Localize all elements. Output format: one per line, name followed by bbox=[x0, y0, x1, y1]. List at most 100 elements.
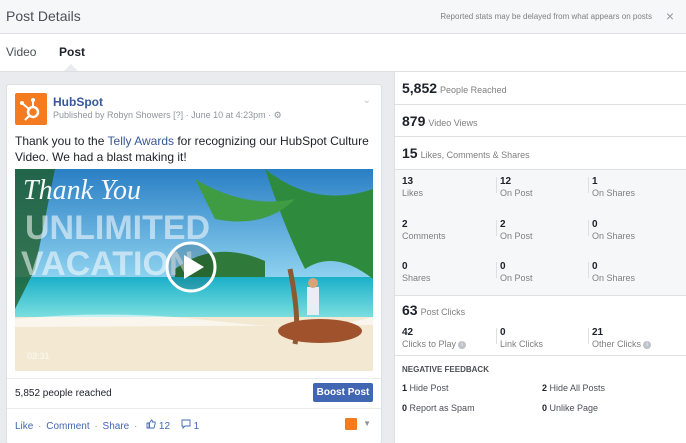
people-reached-label: People Reached bbox=[440, 85, 507, 95]
post-byline: Published by Robyn Showers [?] · June 10… bbox=[53, 110, 282, 120]
comments-on-post-label: On Post bbox=[500, 231, 533, 241]
video-views-stat: 879 Video Views bbox=[395, 105, 686, 137]
info-icon[interactable]: i bbox=[643, 340, 652, 349]
boost-post-button[interactable]: Boost Post bbox=[313, 383, 373, 402]
video-duration: 03:31 bbox=[27, 351, 50, 361]
clicks-to-play-value: 42 bbox=[402, 327, 414, 338]
report-spam-stat: 0 Report as Spam bbox=[402, 403, 475, 413]
post-clicks-stat: 63 Post Clicks bbox=[395, 297, 686, 323]
clicks-to-play-label: Clicks to Play bbox=[402, 339, 457, 349]
link-clicks-cell: 0 Link Clicks bbox=[500, 321, 592, 361]
shares-on-shares-label: On Shares bbox=[592, 273, 636, 283]
tab-post[interactable]: Post bbox=[59, 45, 85, 59]
negative-feedback-title: NEGATIVE FEEDBACK bbox=[402, 365, 489, 374]
comment-count[interactable]: 1 bbox=[181, 419, 201, 432]
other-clicks-value: 21 bbox=[592, 327, 604, 338]
share-link[interactable]: Share bbox=[103, 421, 130, 432]
comments-on-shares-label: On Shares bbox=[592, 231, 636, 241]
hide-all-posts-stat: 2 Hide All Posts bbox=[542, 383, 605, 393]
column-divider bbox=[588, 220, 589, 236]
stats-delay-note: Reported stats may be delayed from what … bbox=[440, 12, 652, 21]
shares-on-post-cell: 0 On Post bbox=[500, 255, 592, 295]
people-reached-text: 5,852 people reached bbox=[15, 388, 112, 399]
chevron-down-icon[interactable]: ⌄ bbox=[363, 95, 371, 106]
comment-link[interactable]: Comment bbox=[46, 421, 89, 432]
separator-dot: · bbox=[134, 421, 138, 432]
comments-on-shares-value: 0 bbox=[592, 219, 598, 230]
post-clicks-value: 63 bbox=[402, 302, 418, 318]
like-count[interactable]: 12 bbox=[146, 419, 175, 432]
unlike-page-stat: 0 Unlike Page bbox=[542, 403, 598, 413]
likes-on-post-value: 12 bbox=[500, 176, 512, 187]
post-clicks-label: Post Clicks bbox=[420, 307, 466, 317]
like-count-value: 12 bbox=[158, 421, 171, 432]
post-actions: Like · Comment · Share · 12 1 ▼ bbox=[7, 408, 381, 443]
post-preview-pane: HubSpot Published by Robyn Showers [?] ·… bbox=[0, 72, 394, 443]
dialog-title: Post Details bbox=[6, 8, 81, 24]
column-divider bbox=[496, 177, 497, 193]
video-views-value: 879 bbox=[402, 113, 426, 129]
engagement-stat: 15 Likes, Comments & Shares bbox=[395, 137, 686, 170]
link-clicks-label: Link Clicks bbox=[500, 339, 544, 349]
link-clicks-value: 0 bbox=[500, 327, 506, 338]
engagement-value: 15 bbox=[402, 145, 418, 161]
hubspot-logo-icon bbox=[20, 98, 40, 121]
unlike-page-label: Unlike Page bbox=[549, 403, 599, 413]
hide-all-posts-value: 2 bbox=[542, 383, 548, 393]
likes-on-shares-value: 1 bbox=[592, 176, 598, 187]
caret-down-icon[interactable]: ▼ bbox=[363, 419, 371, 428]
active-tab-indicator bbox=[64, 64, 78, 71]
reach-bar: 5,852 people reached Boost Post bbox=[7, 378, 381, 408]
hide-post-value: 1 bbox=[402, 383, 408, 393]
comments-cell: 2 Comments bbox=[402, 213, 494, 253]
stats-pane: 5,852 People Reached 879 Video Views 15 Lik… bbox=[394, 72, 686, 443]
likes-on-shares-cell: 1 On Shares bbox=[592, 170, 684, 210]
tab-bar: Video Post bbox=[0, 34, 686, 72]
report-spam-label: Report as Spam bbox=[409, 403, 475, 413]
separator-dot: · bbox=[38, 421, 42, 432]
post-message: Thank you to the Telly Awards for recogn… bbox=[15, 133, 375, 165]
like-link[interactable]: Like bbox=[15, 421, 33, 432]
shares-on-shares-value: 0 bbox=[592, 261, 598, 272]
shares-on-shares-cell: 0 On Shares bbox=[592, 255, 684, 295]
comment-bubble-icon bbox=[181, 419, 191, 430]
engagement-breakdown: 13 Likes 12 On Post 1 On Shares 2 Comments 2… bbox=[395, 170, 686, 296]
comments-on-shares-cell: 0 On Shares bbox=[592, 213, 684, 253]
shares-on-post-label: On Post bbox=[500, 273, 533, 283]
shares-value: 0 bbox=[402, 261, 408, 272]
video-views-label: Video Views bbox=[428, 118, 478, 128]
page-avatar[interactable] bbox=[15, 93, 47, 125]
comments-on-post-value: 2 bbox=[500, 219, 506, 230]
hide-all-posts-label: Hide All Posts bbox=[549, 383, 606, 393]
tab-video[interactable]: Video bbox=[6, 45, 36, 59]
likes-cell: 13 Likes bbox=[402, 170, 494, 210]
likes-label: Likes bbox=[402, 188, 424, 198]
column-divider bbox=[496, 220, 497, 236]
engagement-label: Likes, Comments & Shares bbox=[420, 150, 530, 160]
likes-value: 13 bbox=[402, 176, 414, 187]
likes-on-shares-label: On Shares bbox=[592, 188, 636, 198]
other-clicks-label: Other Clicks bbox=[592, 339, 642, 349]
page-name-link[interactable]: HubSpot bbox=[53, 95, 103, 109]
info-icon[interactable]: i bbox=[458, 340, 467, 349]
comments-on-post-cell: 2 On Post bbox=[500, 213, 592, 253]
video-thumbnail: Thank You UNLIMITED VACATION bbox=[15, 169, 373, 371]
svg-text:UNLIMITED: UNLIMITED bbox=[25, 209, 210, 247]
comments-label: Comments bbox=[402, 231, 446, 241]
shares-on-post-value: 0 bbox=[500, 261, 506, 272]
shares-label: Shares bbox=[402, 273, 431, 283]
comment-count-value: 1 bbox=[193, 421, 200, 432]
people-reached-stat: 5,852 People Reached bbox=[395, 72, 686, 105]
unlike-page-value: 0 bbox=[542, 403, 548, 413]
svg-text:Thank You: Thank You bbox=[23, 175, 141, 206]
telly-awards-link[interactable]: Telly Awards bbox=[108, 134, 174, 148]
other-clicks-cell: 21 Other Clicks i bbox=[592, 321, 684, 361]
column-divider bbox=[588, 177, 589, 193]
actor-avatar[interactable] bbox=[345, 418, 357, 430]
report-spam-value: 0 bbox=[402, 403, 408, 413]
hide-post-stat: 1 Hide Post bbox=[402, 383, 449, 393]
column-divider bbox=[496, 328, 497, 344]
action-row: Like · Comment · Share · 12 1 bbox=[15, 419, 203, 432]
video-player[interactable]: Thank You UNLIMITED VACATION 03:31 bbox=[15, 169, 373, 371]
close-icon[interactable]: × bbox=[666, 8, 674, 24]
